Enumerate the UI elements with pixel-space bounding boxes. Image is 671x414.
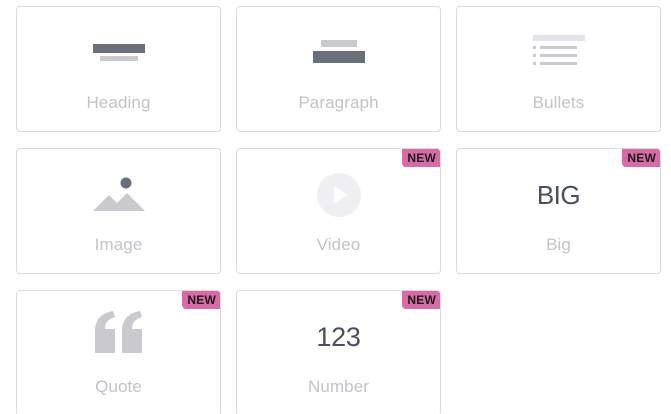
new-badge: NEW xyxy=(622,149,660,167)
number-icon: 123 xyxy=(237,315,440,359)
heading-icon xyxy=(17,31,220,75)
new-badge: NEW xyxy=(402,291,440,309)
new-badge: NEW xyxy=(402,149,440,167)
block-big[interactable]: NEW BIG Big xyxy=(456,148,661,274)
block-paragraph[interactable]: Paragraph xyxy=(236,6,441,132)
block-video[interactable]: NEW Video xyxy=(236,148,441,274)
paragraph-icon xyxy=(237,31,440,75)
block-label: Paragraph xyxy=(298,93,379,112)
block-label: Video xyxy=(316,235,361,254)
quote-icon xyxy=(17,311,220,355)
big-icon: BIG xyxy=(457,173,660,217)
block-label: Heading xyxy=(86,93,151,112)
block-bullets[interactable]: Bullets xyxy=(456,6,661,132)
bullets-icon xyxy=(457,31,660,75)
block-image[interactable]: Image xyxy=(16,148,221,274)
image-icon xyxy=(17,173,220,217)
block-label: Big xyxy=(546,235,571,254)
block-number[interactable]: NEW 123 Number xyxy=(236,290,441,414)
new-badge: NEW xyxy=(182,291,220,309)
block-quote[interactable]: NEW Quote xyxy=(16,290,221,414)
video-icon xyxy=(237,173,440,217)
block-picker-grid: Heading Paragraph Bullets Image NEW Vide… xyxy=(0,0,671,414)
block-heading[interactable]: Heading xyxy=(16,6,221,132)
big-icon-text: BIG xyxy=(536,179,581,210)
block-label: Quote xyxy=(95,377,142,396)
block-label: Image xyxy=(94,235,143,254)
number-icon-text: 123 xyxy=(316,321,361,352)
block-label: Bullets xyxy=(532,93,585,112)
block-label: Number xyxy=(307,377,370,396)
